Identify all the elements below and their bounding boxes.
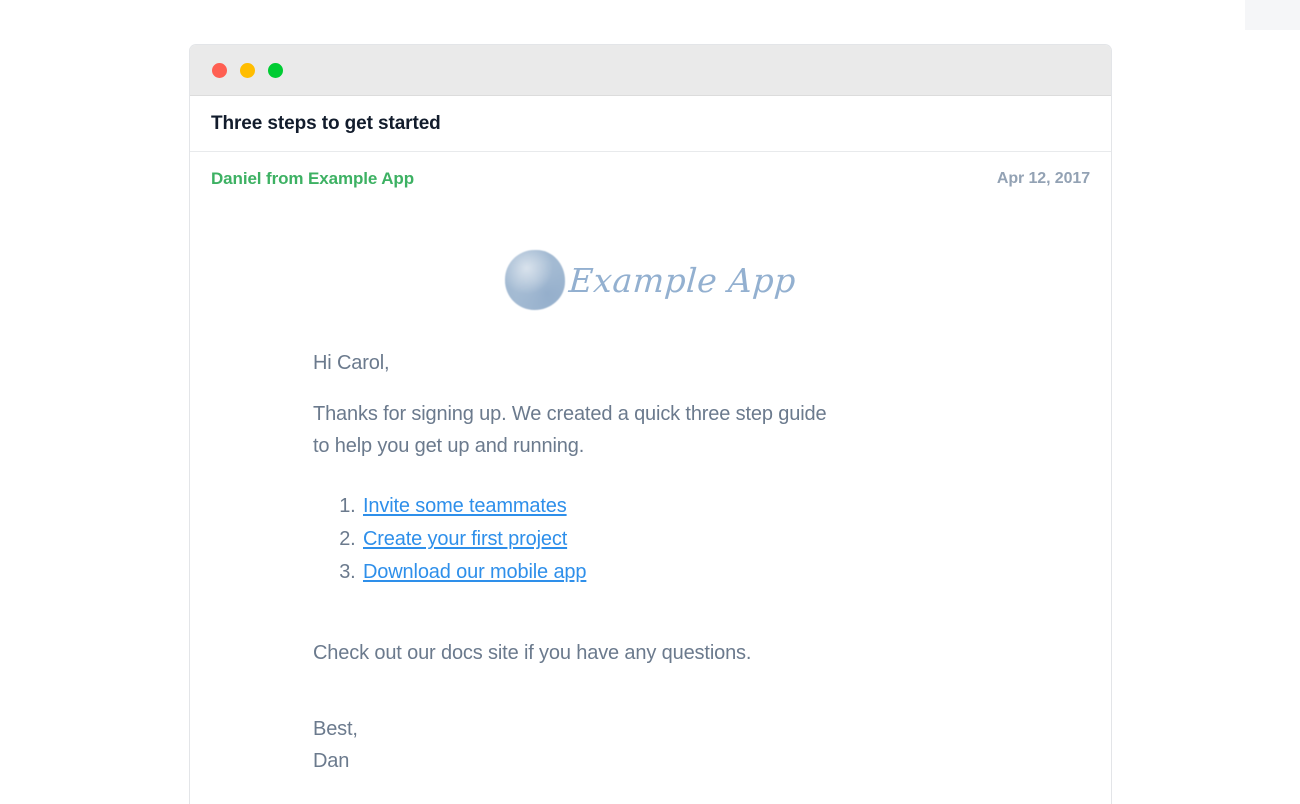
email-subject: Three steps to get started — [211, 112, 441, 134]
step-link-create-project[interactable]: Create your first project — [363, 528, 567, 550]
corner-swatch — [1245, 0, 1300, 30]
mail-window: Three steps to get started Daniel from E… — [189, 44, 1112, 804]
step-link-invite-teammates[interactable]: Invite some teammates — [363, 495, 567, 517]
email-docs-line: Check out our docs site if you have any … — [313, 642, 752, 664]
step-link-download-app[interactable]: Download our mobile app — [363, 561, 587, 583]
steps-list: Invite some teammates Create your first … — [313, 490, 1071, 589]
close-button[interactable] — [212, 62, 227, 78]
brand-logo: Example App — [190, 237, 1111, 323]
email-body: Example App Hi Carol, Thanks for signing… — [190, 189, 1111, 777]
email-subject-row: Three steps to get started — [190, 96, 1111, 152]
email-sender: Daniel from Example App — [211, 169, 415, 188]
minimize-button[interactable] — [240, 62, 255, 78]
email-signoff-block: Best, Dan — [313, 713, 1071, 777]
email-greeting: Hi Carol, — [313, 352, 390, 374]
watercolor-circle-icon — [505, 250, 566, 310]
brand-wordmark: Example App — [567, 260, 798, 300]
window-title-bar — [190, 45, 1111, 96]
email-meta-row: Daniel from Example App Apr 12, 2017 — [190, 152, 1111, 189]
maximize-button[interactable] — [268, 62, 283, 78]
email-date: Apr 12, 2017 — [996, 170, 1090, 187]
list-item: Create your first project — [361, 523, 1071, 556]
list-item: Invite some teammates — [361, 490, 1071, 523]
email-intro-paragraph: Thanks for signing up. We created a quic… — [313, 403, 827, 457]
email-text-column: Hi Carol, Thanks for signing up. We crea… — [190, 347, 1111, 777]
email-signoff: Best, — [313, 718, 358, 740]
email-signature: Dan — [313, 750, 350, 772]
list-item: Download our mobile app — [361, 556, 1071, 589]
